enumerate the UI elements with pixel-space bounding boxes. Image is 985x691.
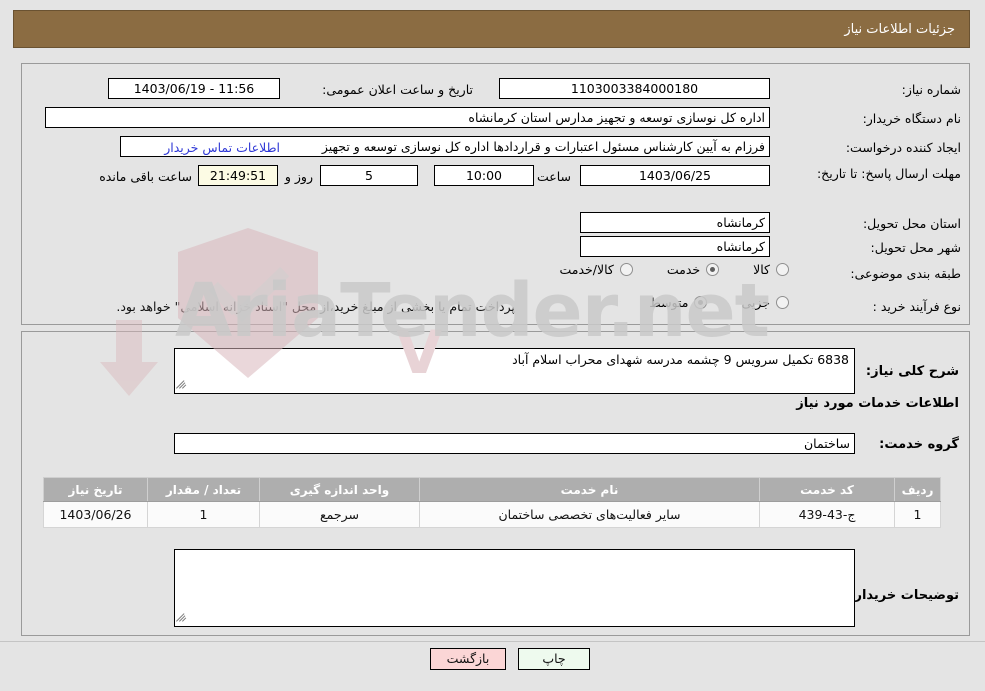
deadline-time-label: ساعت: [536, 169, 571, 184]
deadline-date-field[interactable]: 1403/06/25: [580, 165, 770, 186]
category-radio-icon-0[interactable]: [776, 263, 789, 276]
table-cell-quantity: 1: [147, 501, 260, 528]
province-label: استان محل تحویل:: [862, 216, 961, 231]
province-field[interactable]: کرمانشاه: [580, 212, 770, 233]
buyer-org-field[interactable]: اداره کل نوسازی توسعه و تجهیز مدارس استا…: [45, 107, 770, 128]
buyer-contact-link[interactable]: اطلاعات تماس خریدار: [164, 140, 280, 155]
countdown-field: 21:49:51: [198, 165, 278, 186]
public-announce-field[interactable]: 11:56 - 1403/06/19: [108, 78, 280, 99]
process-radio-group[interactable]: جزیی متوسط: [615, 295, 789, 310]
category-option-label-0: کالا: [753, 262, 770, 277]
deadline-time-field[interactable]: 10:00: [434, 165, 534, 186]
process-label: نوع فرآیند خرید :: [872, 299, 961, 314]
table-cell-row-no: 1: [894, 501, 941, 528]
table-cell-service-name: سایر فعالیت‌های تخصصی ساختمان: [419, 501, 760, 528]
category-radio-icon-2[interactable]: [619, 263, 633, 276]
table-col-header-4: تعداد / مقدار: [147, 477, 260, 502]
table-cell-unit: سرجمع: [259, 501, 420, 528]
category-option-2[interactable]: کالا/خدمت: [559, 262, 633, 277]
category-option-label-2: کالا/خدمت: [559, 262, 614, 277]
creator-label: ایجاد کننده درخواست:: [845, 140, 961, 155]
description-label: شرح کلی نیاز:: [865, 364, 959, 379]
services-table-wrapper: ردیف کد خدمت نام خدمت واحد اندازه گیری تعداد…: [43, 477, 941, 528]
table-cell-need-date: 1403/06/26: [43, 501, 148, 528]
print-button[interactable]: چاپ: [518, 648, 590, 670]
category-radio-group[interactable]: کالا خدمت کالا/خدمت: [525, 262, 789, 277]
service-group-label: گروه خدمت:: [879, 437, 959, 452]
process-option-label-0: جزیی: [741, 295, 770, 310]
table-col-header-1: کد خدمت: [759, 477, 895, 502]
remaining-days-field[interactable]: 5: [320, 165, 418, 186]
category-option-label-1: خدمت: [666, 262, 701, 277]
buyer-notes-label: توضیحات خریدار:: [849, 588, 959, 603]
countdown-label: ساعت باقی مانده: [99, 169, 192, 184]
deadline-label: مهلت ارسال پاسخ: تا تاریخ:: [816, 166, 961, 181]
public-announce-label: تاریخ و ساعت اعلان عمومی:: [322, 82, 473, 97]
city-label: شهر محل تحویل:: [870, 240, 961, 255]
buyer-org-label: نام دستگاه خریدار:: [862, 111, 961, 126]
table-col-header-2: نام خدمت: [419, 477, 760, 502]
need-number-label: شماره نیاز:: [901, 82, 961, 97]
category-option-0[interactable]: کالا: [753, 262, 789, 277]
process-option-1[interactable]: متوسط: [649, 295, 708, 310]
process-note: پرداخت تمام یا بخشی از مبلغ خرید،از محل …: [116, 299, 515, 314]
service-group-field[interactable]: ساختمان: [174, 433, 855, 454]
process-radio-icon-0[interactable]: [776, 296, 789, 309]
services-table: ردیف کد خدمت نام خدمت واحد اندازه گیری تعداد…: [43, 477, 941, 528]
table-cell-service-code: ج-43-439: [759, 501, 895, 528]
process-option-label-1: متوسط: [649, 295, 689, 310]
description-textarea[interactable]: 6838 تکمیل سرویس 9 چشمه مدرسه شهدای محرا…: [174, 348, 855, 394]
table-col-header-5: تاریخ نیاز: [43, 477, 148, 502]
services-section-title: اطلاعات خدمات مورد نیاز: [796, 396, 959, 411]
category-radio-icon-1[interactable]: [706, 263, 720, 276]
footer-divider: [0, 641, 985, 642]
city-field[interactable]: کرمانشاه: [580, 236, 770, 257]
back-button[interactable]: بازگشت: [430, 648, 506, 670]
table-col-header-0: ردیف: [894, 477, 941, 502]
window-title-bar: جزئیات اطلاعات نیاز: [13, 10, 970, 48]
table-row[interactable]: 1 ج-43-439 سایر فعالیت‌های تخصصی ساختمان سر…: [43, 501, 941, 528]
buyer-notes-textarea[interactable]: [174, 549, 855, 627]
table-body: 1 ج-43-439 سایر فعالیت‌های تخصصی ساختمان سر…: [43, 501, 941, 528]
table-col-header-3: واحد اندازه گیری: [259, 477, 420, 502]
need-info-panel: [21, 63, 970, 325]
process-radio-icon-1[interactable]: [694, 296, 708, 309]
page-title: جزئیات اطلاعات نیاز: [844, 21, 955, 37]
process-option-0[interactable]: جزیی: [741, 295, 789, 310]
need-number-field[interactable]: 1103003384000180: [499, 78, 770, 99]
table-header-row: ردیف کد خدمت نام خدمت واحد اندازه گیری تعداد…: [43, 477, 941, 502]
category-label: طبقه بندی موضوعی:: [850, 266, 961, 281]
remaining-days-label: روز و: [284, 169, 313, 184]
category-option-1[interactable]: خدمت: [666, 262, 720, 277]
